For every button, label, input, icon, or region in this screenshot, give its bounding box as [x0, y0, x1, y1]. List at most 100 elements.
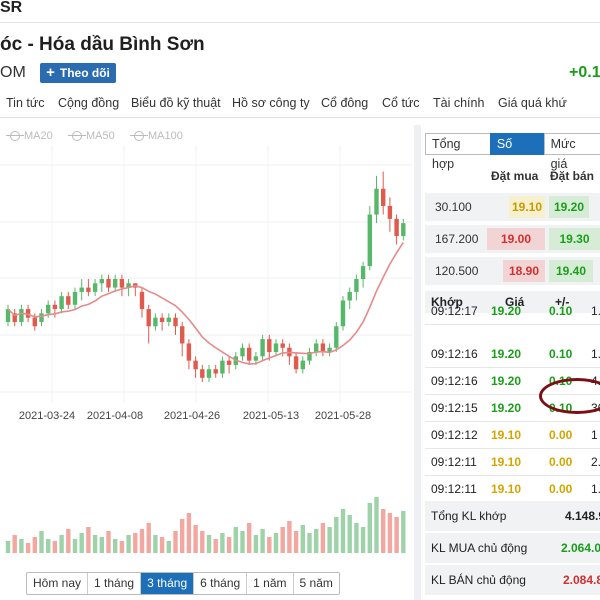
- volume-bar: [220, 533, 225, 553]
- period-1y[interactable]: 1 năm: [247, 573, 294, 594]
- volume-bar: [367, 503, 372, 553]
- volume-bar: [66, 529, 71, 553]
- nav-tai-chinh[interactable]: Tài chính: [433, 96, 484, 110]
- candle: [99, 279, 104, 284]
- candle: [52, 304, 58, 310]
- volume-bar: [320, 523, 326, 553]
- candle: [260, 339, 265, 357]
- period-today[interactable]: Hôm nay: [27, 573, 89, 594]
- ask-price: 19.30: [549, 228, 600, 250]
- candle: [280, 343, 285, 348]
- legend-ma50[interactable]: MA50: [68, 130, 115, 142]
- volume-bar: [307, 533, 312, 553]
- trade-time: 09:12:12: [431, 428, 478, 442]
- volume-bar: [293, 531, 299, 553]
- ask-price: 19.40: [549, 260, 593, 282]
- candlestick-chart[interactable]: 2021-03-24 2021-04-08 2021-04-26 2021-05-13…: [0, 145, 412, 567]
- trade-time: 09:12:15: [431, 401, 478, 415]
- summary-row: KL MUA chủ động 2.064.0: [425, 533, 600, 563]
- volume-bar: [106, 531, 111, 553]
- volume-bar: [25, 543, 31, 553]
- candle: [25, 309, 31, 318]
- trade-vol: 1: [591, 428, 598, 442]
- candle: [19, 309, 24, 322]
- volume-bar: [273, 533, 279, 553]
- candle: [72, 291, 78, 305]
- candle: [347, 291, 352, 301]
- top-bar: SR: [0, 0, 600, 23]
- candle: [240, 347, 245, 357]
- legend-toggle-icon: [68, 131, 86, 141]
- candle: [66, 296, 71, 305]
- nav-bieu-do[interactable]: Biểu đồ kỹ thuật: [131, 96, 221, 110]
- candle: [220, 360, 225, 374]
- volume-bar: [19, 539, 24, 553]
- volume-bar: [99, 537, 104, 553]
- trade-price: 19.20: [491, 347, 522, 361]
- candle: [374, 188, 379, 215]
- volume-bar: [287, 521, 292, 553]
- trade-change: 0.00: [549, 428, 573, 442]
- candle: [106, 279, 111, 288]
- volume-bar: [334, 517, 339, 553]
- tab-muc-gia[interactable]: Mức giá: [543, 133, 600, 171]
- volume-bar: [86, 527, 91, 553]
- period-6m[interactable]: 6 tháng: [194, 573, 248, 594]
- nav-co-tuc[interactable]: Cổ tức: [382, 96, 420, 110]
- trade-change: 0.10: [549, 305, 573, 318]
- legend-ma100[interactable]: MA100: [130, 130, 183, 142]
- volume-bar: [52, 541, 58, 553]
- period-1m[interactable]: 1 tháng: [88, 573, 142, 594]
- candle: [226, 360, 232, 365]
- trade-vol: 2.0: [591, 455, 600, 469]
- x-tick-label: 2021-03-24: [19, 410, 75, 422]
- trade-change: 0.00: [549, 482, 573, 496]
- candle: [186, 343, 192, 361]
- candle: [46, 304, 51, 314]
- nav-tin-tuc[interactable]: Tin tức: [6, 96, 44, 110]
- candle: [340, 300, 346, 327]
- candle: [79, 287, 84, 292]
- tab-tong-hop[interactable]: Tổng hợp: [425, 133, 491, 171]
- exchange-label: OM: [0, 64, 26, 81]
- period-3m[interactable]: 3 tháng: [141, 573, 195, 594]
- candle: [59, 296, 64, 310]
- tab-so-lenh[interactable]: Số lệnh: [489, 133, 545, 171]
- candle: [354, 279, 359, 292]
- volume-bar: [173, 531, 178, 553]
- candle: [119, 279, 125, 288]
- candle: [314, 343, 319, 353]
- trade-row: 09:12:11 19.10 0.00 2.0: [425, 448, 600, 476]
- x-tick-label: 2021-05-13: [243, 410, 299, 422]
- volume-bar: [159, 537, 165, 553]
- panel-divider: [414, 125, 421, 600]
- candle: [381, 188, 386, 206]
- volume-bar: [347, 515, 352, 553]
- volume-bar: [200, 531, 205, 553]
- candle: [300, 360, 305, 370]
- nav-ho-so[interactable]: Hồ sơ công ty: [232, 96, 310, 110]
- volume-bar: [46, 539, 51, 553]
- volume-bar: [327, 527, 332, 553]
- period-selector: Hôm nay 1 tháng 3 tháng 6 tháng 1 năm 5 …: [26, 572, 340, 595]
- trade-time: 09:12:11: [431, 455, 477, 469]
- legend-ma20[interactable]: MA20: [6, 130, 53, 142]
- trade-price: 19.10: [491, 428, 522, 442]
- follow-button[interactable]: + Theo dõi: [40, 63, 116, 83]
- candle: [253, 356, 259, 361]
- nav-cong-dong[interactable]: Cộng đồng: [58, 96, 119, 110]
- trade-time: 09:12:17: [431, 305, 478, 318]
- legend-toggle-icon: [130, 131, 148, 141]
- nav-co-dong[interactable]: Cổ đông: [321, 96, 368, 110]
- volume-bar: [314, 529, 319, 553]
- nav-gia-qua-khu[interactable]: Giá quá khứ: [498, 96, 567, 110]
- volume-bar: [92, 535, 98, 553]
- period-5y[interactable]: 5 năm: [294, 573, 339, 594]
- candle: [32, 317, 37, 327]
- volume-bar: [39, 531, 44, 553]
- volume-bar: [119, 541, 125, 553]
- orderbook-row: 120.500 18.90 19.40: [425, 257, 600, 285]
- volume-bar: [153, 535, 158, 553]
- volume-bar: [247, 523, 252, 553]
- ask-price: 19.20: [549, 196, 589, 218]
